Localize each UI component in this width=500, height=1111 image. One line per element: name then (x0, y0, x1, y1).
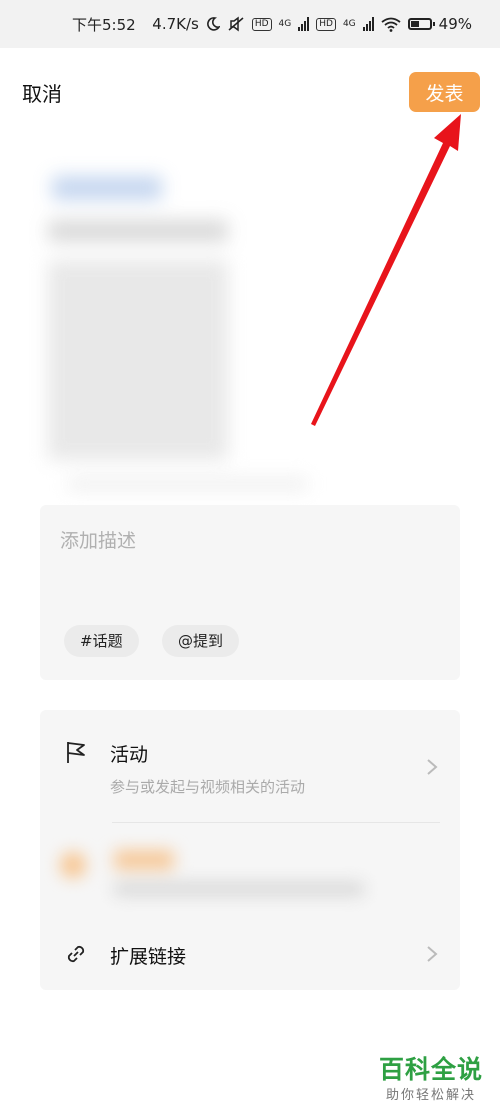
cancel-button[interactable]: 取消 (22, 78, 62, 107)
network-speed: 4.7K/s (152, 15, 199, 33)
topic-chip[interactable]: #话题 (64, 625, 139, 657)
video-preview[interactable] (38, 160, 308, 490)
status-bar: 下午5:52 4.7K/s HD 4G HD 4G 49% (0, 0, 500, 48)
link-icon (67, 945, 85, 963)
mute-icon (228, 16, 244, 32)
mention-chip[interactable]: @提到 (162, 625, 240, 657)
chevron-right-icon (427, 759, 438, 775)
description-input[interactable] (60, 525, 440, 557)
wifi-icon (381, 17, 401, 32)
status-icons: 4.7K/s HD 4G HD 4G 49% (152, 15, 472, 33)
options-card: 活动 参与或发起与视频相关的活动 扩展链接 (40, 710, 460, 990)
hd-badge-1: HD (251, 17, 272, 31)
extension-link-row[interactable]: 扩展链接 (40, 930, 460, 982)
signal-icon-2 (362, 17, 374, 31)
battery-percent: 49% (438, 15, 472, 33)
status-time: 下午5:52 (72, 15, 136, 34)
extension-link-title: 扩展链接 (110, 946, 187, 968)
blurred-option-row[interactable] (40, 828, 460, 918)
network-type-2: 4G (342, 18, 356, 29)
activity-subtitle: 参与或发起与视频相关的活动 (110, 778, 306, 796)
divider (112, 822, 440, 823)
signal-icon (298, 17, 310, 31)
watermark-logo: 百科全说 助你轻松解决 (372, 1050, 490, 1103)
chevron-right-icon (427, 946, 438, 962)
watermark-title: 百科全说 (378, 1055, 483, 1084)
activity-title: 活动 (110, 744, 149, 766)
network-type-1: 4G (278, 18, 292, 29)
hd-badge-2: HD (316, 17, 336, 31)
watermark-subtitle: 助你轻松解决 (385, 1088, 476, 1103)
activity-row[interactable]: 活动 参与或发起与视频相关的活动 (40, 732, 460, 827)
battery-icon (407, 18, 435, 30)
flag-icon (67, 742, 85, 763)
publish-button[interactable]: 发表 (409, 72, 480, 112)
moon-icon (206, 17, 220, 31)
description-card: #话题 @提到 (40, 505, 460, 680)
